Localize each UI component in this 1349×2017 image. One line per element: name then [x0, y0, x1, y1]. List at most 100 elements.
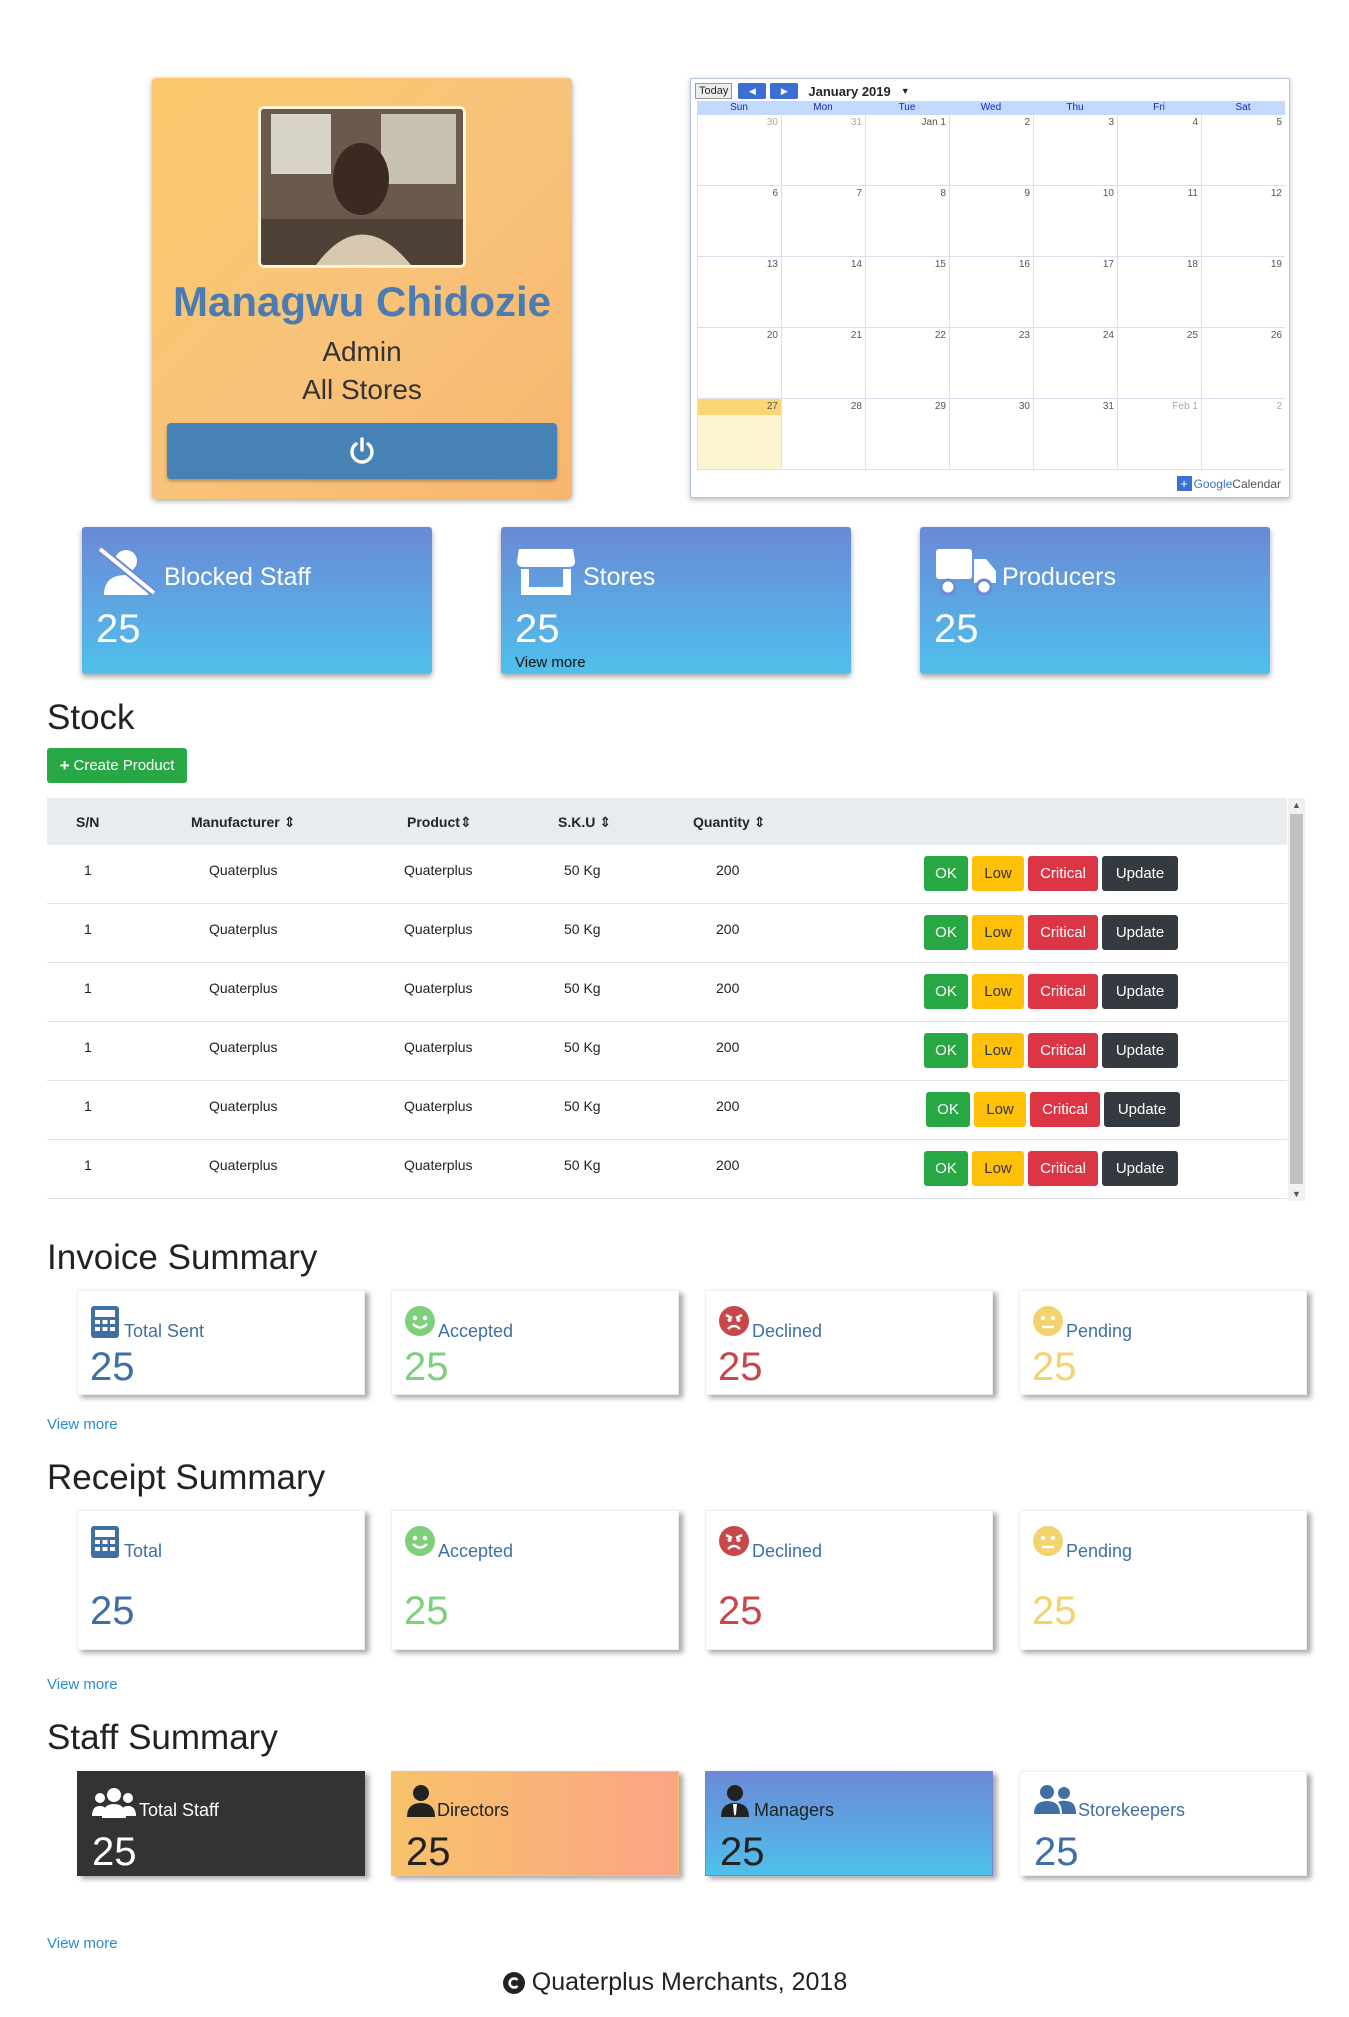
calendar-today-button[interactable]: Today: [695, 83, 733, 99]
calendar-day[interactable]: 7: [781, 186, 865, 256]
col-manufacturer[interactable]: Manufacturer ⇕: [191, 814, 295, 831]
update-button[interactable]: Update: [1104, 1092, 1180, 1127]
staff-card-total[interactable]: Total Staff 25: [77, 1771, 365, 1876]
scroll-up-arrow[interactable]: ▲: [1288, 798, 1305, 812]
receipt-card-declined[interactable]: Declined 25: [705, 1510, 993, 1650]
calendar-day[interactable]: 13: [697, 257, 781, 327]
col-product[interactable]: Product⇕: [407, 814, 472, 831]
calendar-day[interactable]: 24: [1033, 328, 1117, 398]
calendar-day[interactable]: 5: [1201, 115, 1285, 185]
stat-card-producers[interactable]: Producers 25: [920, 527, 1270, 674]
create-product-button[interactable]: + Create Product: [47, 748, 187, 783]
calendar-day[interactable]: 31: [781, 115, 865, 185]
google-calendar-badge[interactable]: + Google Calendar: [1176, 476, 1281, 491]
ok-button[interactable]: OK: [924, 1151, 968, 1186]
calendar-prev-button[interactable]: ◀: [738, 83, 767, 99]
invoice-card-accepted[interactable]: Accepted 25: [391, 1290, 679, 1395]
calendar-day[interactable]: 30: [697, 115, 781, 185]
calendar-day[interactable]: 20: [697, 328, 781, 398]
low-button[interactable]: Low: [972, 1151, 1024, 1186]
calendar-day[interactable]: 15: [865, 257, 949, 327]
calendar-day[interactable]: 3: [1033, 115, 1117, 185]
calendar-day[interactable]: Feb 1: [1117, 399, 1201, 469]
receipt-view-more-link[interactable]: View more: [47, 1676, 118, 1693]
calendar-day[interactable]: 31: [1033, 399, 1117, 469]
update-button[interactable]: Update: [1102, 1151, 1178, 1186]
low-button[interactable]: Low: [974, 1092, 1026, 1127]
staff-card-managers[interactable]: Managers 25: [705, 1771, 993, 1876]
meh-icon: [1032, 1305, 1064, 1342]
view-more-link[interactable]: View more: [515, 654, 586, 671]
stat-card-blocked-staff[interactable]: Blocked Staff 25: [82, 527, 432, 674]
calendar-day[interactable]: 23: [949, 328, 1033, 398]
ok-button[interactable]: OK: [924, 974, 968, 1009]
calendar-month[interactable]: January 2019: [808, 84, 890, 99]
critical-button[interactable]: Critical: [1028, 856, 1098, 891]
critical-button[interactable]: Critical: [1028, 1033, 1098, 1068]
update-button[interactable]: Update: [1102, 1033, 1178, 1068]
invoice-card-total-sent[interactable]: Total Sent 25: [77, 1290, 365, 1395]
calendar-day[interactable]: 26: [1201, 328, 1285, 398]
critical-button[interactable]: Critical: [1028, 974, 1098, 1009]
calendar-day[interactable]: 25: [1117, 328, 1201, 398]
staff-card-label: Directors: [437, 1800, 510, 1820]
col-quantity-label: Quantity: [693, 814, 750, 830]
scroll-thumb[interactable]: [1290, 814, 1303, 1184]
receipt-card-total[interactable]: Total 25: [77, 1510, 365, 1650]
ok-button[interactable]: OK: [924, 1033, 968, 1068]
critical-button[interactable]: Critical: [1028, 1151, 1098, 1186]
update-button[interactable]: Update: [1102, 915, 1178, 950]
invoice-view-more-link[interactable]: View more: [47, 1416, 118, 1433]
stock-table: S/N Manufacturer ⇕ Product⇕ S.K.U ⇕ Quan…: [47, 798, 1305, 1201]
calendar-day[interactable]: 28: [781, 399, 865, 469]
calendar-day[interactable]: 27: [697, 399, 781, 469]
calendar-day[interactable]: 2: [1201, 399, 1285, 469]
low-button[interactable]: Low: [972, 915, 1024, 950]
calendar-day[interactable]: 6: [697, 186, 781, 256]
calendar-day[interactable]: 17: [1033, 257, 1117, 327]
ok-button[interactable]: OK: [924, 915, 968, 950]
staff-card-directors[interactable]: Directors 25: [391, 1771, 679, 1876]
calendar-day[interactable]: Jan 1: [865, 115, 949, 185]
calendar-day[interactable]: 12: [1201, 186, 1285, 256]
chevron-down-icon[interactable]: ▼: [901, 86, 910, 96]
calendar-day[interactable]: 22: [865, 328, 949, 398]
invoice-card-pending[interactable]: Pending 25: [1019, 1290, 1307, 1395]
user-friends-icon: [1034, 1784, 1076, 1821]
staff-card-storekeepers[interactable]: Storekeepers 25: [1019, 1771, 1307, 1876]
calendar-day[interactable]: 4: [1117, 115, 1201, 185]
col-sku[interactable]: S.K.U ⇕: [558, 814, 611, 831]
table-scrollbar[interactable]: ▲ ▼: [1288, 798, 1305, 1201]
scroll-down-arrow[interactable]: ▼: [1288, 1187, 1305, 1201]
calendar-day[interactable]: 10: [1033, 186, 1117, 256]
calendar-day[interactable]: 29: [865, 399, 949, 469]
low-button[interactable]: Low: [972, 974, 1024, 1009]
calendar-day[interactable]: 14: [781, 257, 865, 327]
ok-button[interactable]: OK: [924, 856, 968, 891]
update-button[interactable]: Update: [1102, 974, 1178, 1009]
low-button[interactable]: Low: [972, 856, 1024, 891]
calendar-day[interactable]: 2: [949, 115, 1033, 185]
col-quantity[interactable]: Quantity ⇕: [693, 814, 765, 831]
invoice-card-declined[interactable]: Declined 25: [705, 1290, 993, 1395]
calendar-day[interactable]: 16: [949, 257, 1033, 327]
critical-button[interactable]: Critical: [1030, 1092, 1100, 1127]
update-button[interactable]: Update: [1102, 856, 1178, 891]
calendar-day[interactable]: 9: [949, 186, 1033, 256]
receipt-card-pending[interactable]: Pending 25: [1019, 1510, 1307, 1650]
calendar-next-button[interactable]: ▶: [770, 83, 799, 99]
calendar-day[interactable]: 18: [1117, 257, 1201, 327]
calendar-day[interactable]: 19: [1201, 257, 1285, 327]
invoice-card-value: 25: [1032, 1345, 1077, 1389]
logout-button[interactable]: [167, 423, 557, 479]
critical-button[interactable]: Critical: [1028, 915, 1098, 950]
calendar-day[interactable]: 11: [1117, 186, 1201, 256]
low-button[interactable]: Low: [972, 1033, 1024, 1068]
calendar-day[interactable]: 8: [865, 186, 949, 256]
staff-view-more-link[interactable]: View more: [47, 1935, 118, 1952]
stat-card-stores[interactable]: Stores 25 View more: [501, 527, 851, 674]
calendar-day[interactable]: 21: [781, 328, 865, 398]
receipt-card-accepted[interactable]: Accepted 25: [391, 1510, 679, 1650]
ok-button[interactable]: OK: [926, 1092, 970, 1127]
calendar-day[interactable]: 30: [949, 399, 1033, 469]
